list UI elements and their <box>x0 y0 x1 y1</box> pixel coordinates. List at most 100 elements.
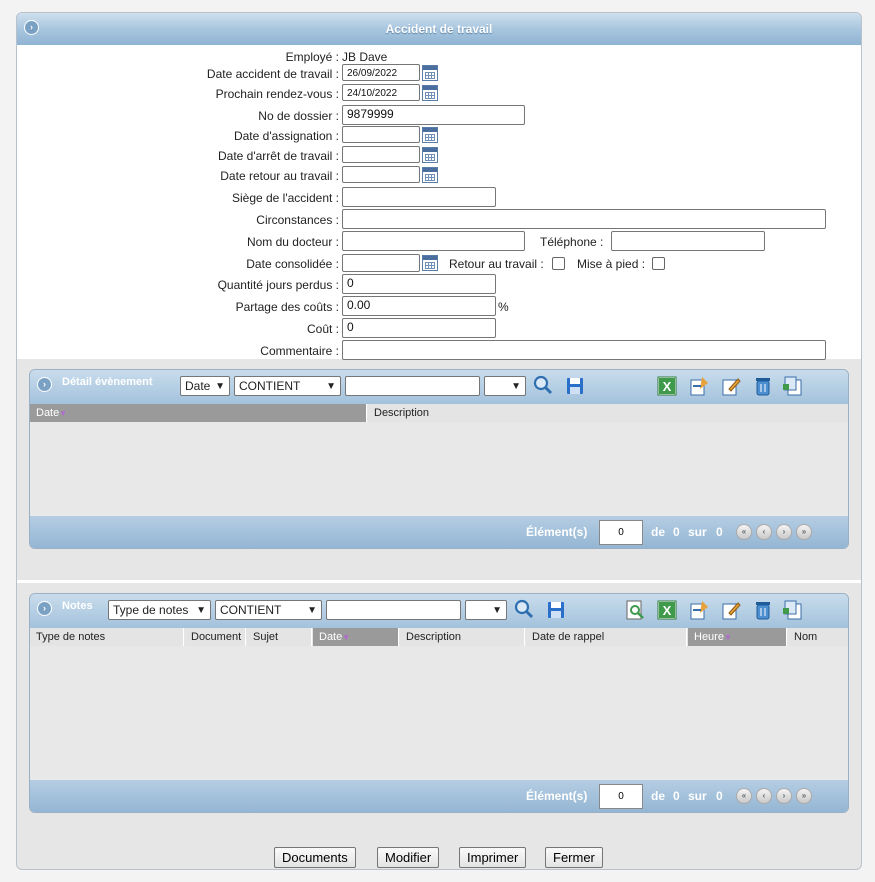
prev-page-icon[interactable]: ‹ <box>756 524 772 540</box>
calendar-icon[interactable] <box>422 255 438 271</box>
date-accident-field[interactable]: 26/09/2022 <box>342 64 420 81</box>
svg-text:X: X <box>663 603 672 618</box>
column-header[interactable]: Type de notes <box>30 628 184 646</box>
first-page-icon[interactable]: « <box>736 524 752 540</box>
sur-value: 0 <box>716 789 723 803</box>
notes-pagination: Élément(s) 0 de 0 sur 0 « ‹ › » <box>30 780 848 812</box>
docteur-label: Nom du docteur : <box>246 235 339 249</box>
save-icon[interactable] <box>545 599 567 621</box>
column-header[interactable]: Description <box>400 628 525 646</box>
notes-panel: › Notes Type de notes ▼ CONTIENT ▼ ▼ X Typ… <box>29 593 849 813</box>
jours-perdus-field[interactable]: 0 <box>342 274 496 294</box>
first-page-icon[interactable]: « <box>736 788 752 804</box>
no-dossier-label: No de dossier : <box>258 109 339 123</box>
column-header[interactable]: Nom <box>788 628 848 646</box>
jours-perdus-label: Quantité jours perdus : <box>217 278 339 292</box>
notes-filter-field[interactable]: Type de notes ▼ <box>108 600 211 620</box>
column-header[interactable]: Date▼ <box>313 628 399 646</box>
calendar-icon[interactable] <box>422 85 438 101</box>
next-page-icon[interactable]: › <box>776 788 792 804</box>
last-page-icon[interactable]: » <box>796 788 812 804</box>
de-value: 0 <box>673 789 680 803</box>
accident-window: › Accident de travail Employé : JB Dave … <box>16 12 862 870</box>
excel-icon[interactable]: X <box>656 375 678 397</box>
divider <box>17 580 861 583</box>
elements-label: Élément(s) <box>526 525 588 539</box>
date-assignation-field[interactable] <box>342 126 420 143</box>
date-arret-field[interactable] <box>342 146 420 163</box>
calendar-icon[interactable] <box>422 127 438 143</box>
preview-icon[interactable] <box>624 599 646 621</box>
last-page-icon[interactable]: » <box>796 524 812 540</box>
detail-filter-operator[interactable]: CONTIENT ▼ <box>234 376 341 396</box>
column-header[interactable]: Date▼ <box>30 404 367 422</box>
copy-icon[interactable] <box>782 375 804 397</box>
column-header[interactable]: Description <box>368 404 848 422</box>
calendar-icon[interactable] <box>422 147 438 163</box>
notes-filter-operator[interactable]: CONTIENT ▼ <box>215 600 322 620</box>
fermer-button[interactable]: Fermer <box>545 847 603 868</box>
edit-icon[interactable] <box>720 599 742 621</box>
notes-title: Notes <box>62 600 93 612</box>
window-title: Accident de travail <box>385 22 493 36</box>
cout-label: Coût : <box>306 322 339 336</box>
cout-field[interactable]: 0 <box>342 318 496 338</box>
siege-field[interactable] <box>342 187 496 207</box>
search-icon[interactable] <box>513 599 535 621</box>
column-header[interactable]: Date de rappel <box>526 628 687 646</box>
calendar-icon[interactable] <box>422 65 438 81</box>
collapse-icon[interactable]: › <box>37 377 52 392</box>
detail-table-body <box>30 422 848 516</box>
prochain-rdv-field[interactable]: 24/10/2022 <box>342 84 420 101</box>
trash-icon[interactable] <box>752 375 774 397</box>
retour-travail-checkbox[interactable] <box>552 257 565 270</box>
page-input[interactable]: 0 <box>599 520 643 545</box>
no-dossier-field[interactable]: 9879999 <box>342 105 525 125</box>
chevron-down-icon: ▼ <box>492 605 502 616</box>
date-retour-label: Date retour au travail : <box>220 169 339 183</box>
documents-button[interactable]: Documents <box>274 847 356 868</box>
siege-label: Siège de l'accident : <box>231 191 339 205</box>
imprimer-button[interactable]: Imprimer <box>459 847 527 868</box>
sort-down-icon: ▼ <box>342 633 351 642</box>
detail-filter-extra[interactable]: ▼ <box>484 376 526 396</box>
partage-field[interactable]: 0.00 <box>342 296 496 316</box>
add-icon[interactable] <box>688 375 710 397</box>
date-consolidee-field[interactable] <box>342 254 420 272</box>
column-header[interactable]: Document <box>185 628 246 646</box>
chevron-down-icon: ▼ <box>307 605 317 616</box>
search-icon[interactable] <box>532 375 554 397</box>
commentaire-field[interactable] <box>342 340 826 360</box>
trash-icon[interactable] <box>752 599 774 621</box>
circonstances-field[interactable] <box>342 209 826 229</box>
docteur-field[interactable] <box>342 231 525 251</box>
window-titlebar: › Accident de travail <box>17 13 861 45</box>
notes-filter-input[interactable] <box>326 600 461 620</box>
partage-unit: % <box>498 300 509 314</box>
page-input[interactable]: 0 <box>599 784 643 809</box>
detail-title: Détail évènement <box>62 376 153 388</box>
sort-down-icon: ▼ <box>723 633 732 642</box>
prev-page-icon[interactable]: ‹ <box>756 788 772 804</box>
detail-filter-input[interactable] <box>345 376 480 396</box>
calendar-icon[interactable] <box>422 167 438 183</box>
notes-filter-extra[interactable]: ▼ <box>465 600 507 620</box>
collapse-icon[interactable]: › <box>37 601 52 616</box>
modifier-button[interactable]: Modifier <box>377 847 440 868</box>
column-header[interactable]: Heure▼ <box>688 628 787 646</box>
next-page-icon[interactable]: › <box>776 524 792 540</box>
detail-toolbar: › Détail évènement Date ▼ CONTIENT ▼ ▼ X <box>30 370 848 404</box>
telephone-label: Téléphone : <box>540 235 604 249</box>
date-retour-field[interactable] <box>342 166 420 183</box>
detail-pagination: Élément(s) 0 de 0 sur 0 « ‹ › » <box>30 516 848 548</box>
mise-a-pied-checkbox[interactable] <box>652 257 665 270</box>
excel-icon[interactable]: X <box>656 599 678 621</box>
add-icon[interactable] <box>688 599 710 621</box>
save-icon[interactable] <box>564 375 586 397</box>
edit-icon[interactable] <box>720 375 742 397</box>
collapse-icon[interactable]: › <box>24 20 39 35</box>
copy-icon[interactable] <box>782 599 804 621</box>
column-header[interactable]: Sujet <box>247 628 312 646</box>
detail-filter-field[interactable]: Date ▼ <box>180 376 230 396</box>
telephone-field[interactable] <box>611 231 765 251</box>
